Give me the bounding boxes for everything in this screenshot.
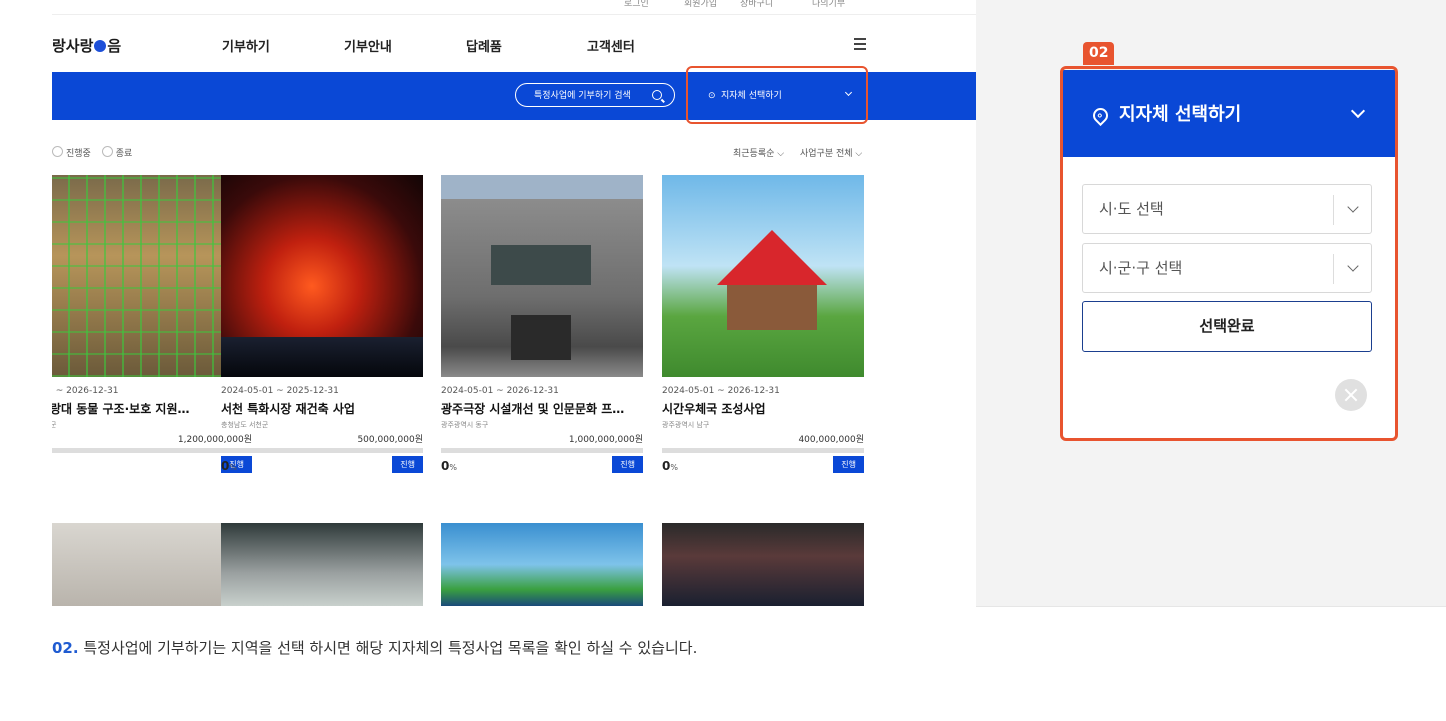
status-filter: 진행중 종료	[52, 146, 132, 159]
card-date: 2024-05-01 ~ 2025-12-31	[221, 386, 339, 396]
caption-text: 특정사업에 기부하기는 지역을 선택 하시면 해당 지자체의 특정사업 목록을 …	[83, 639, 698, 657]
menu-icon[interactable]	[854, 38, 866, 53]
project-search-button[interactable]: 특정사업에 기부하기 검색	[515, 83, 675, 107]
util-mypage-link[interactable]: 나의기부	[812, 0, 845, 9]
card-progress-bar	[221, 448, 423, 453]
project-card[interactable]: 2024-05-01 ~ 2026-12-31 광주극장 시설개선 및 인문문화…	[441, 175, 643, 473]
sort-filter[interactable]: 최근등록순 ⌵	[733, 146, 784, 159]
region-select-highlight	[686, 66, 868, 124]
project-card[interactable]: 2024-05-01 ~ 2025-12-31 서천 특화시장 재건축 사업 충…	[221, 175, 423, 473]
card-amount: 400,000,000원	[798, 435, 864, 445]
nav-guide[interactable]: 기부안내	[344, 36, 392, 55]
utility-bar: 로그인 회원가입 장바구니 나의기부	[52, 0, 976, 15]
card-location: 광주광역시 동구	[441, 421, 489, 429]
card-date: 2024-05-01 ~ 2026-12-31	[662, 386, 780, 396]
card-progress-bar	[441, 448, 643, 453]
nav-support[interactable]: 고객센터	[587, 36, 635, 55]
util-join-link[interactable]: 회원가입	[684, 0, 717, 9]
project-card-image[interactable]	[441, 523, 643, 606]
card-status-badge: 진행	[612, 456, 643, 473]
card-title: 광주극장 시설개선 및 인문문화 프…	[441, 402, 625, 416]
card-date: 2024-05-01 ~ 2026-12-31	[441, 386, 559, 396]
project-card-image[interactable]	[221, 523, 423, 606]
card-location: 광주광역시 남구	[662, 421, 710, 429]
main-nav: 랑사랑 음 기부하기 기부안내 답례품 고객센터	[52, 16, 976, 72]
card-image	[441, 175, 643, 377]
util-cart-link[interactable]: 장바구니	[740, 0, 773, 9]
project-card[interactable]: 2024-05-01 ~ 2026-12-31 시간우체국 조성사업 광주광역시…	[662, 175, 864, 473]
card-status-badge: 진행	[392, 456, 423, 473]
nav-gifts[interactable]: 답례품	[466, 36, 502, 55]
card-amount: 500,000,000원	[357, 435, 423, 445]
category-filter[interactable]: 사업구분 전체 ⌵	[800, 146, 862, 159]
step-caption: 02. 특정사업에 기부하기는 지역을 선택 하시면 해당 지자체의 특정사업 …	[52, 637, 697, 658]
step-badge: 02	[1083, 42, 1115, 65]
site-logo[interactable]: 랑사랑 음	[52, 35, 121, 56]
filter-ended[interactable]: 종료	[101, 146, 132, 159]
caption-step-number: 02.	[52, 639, 79, 657]
card-progress-bar	[662, 448, 864, 453]
search-icon	[652, 90, 662, 100]
project-card-image[interactable]	[662, 523, 864, 606]
card-title: 시간우체국 조성사업	[662, 402, 766, 416]
card-image	[662, 175, 864, 377]
filter-ongoing[interactable]: 진행중	[52, 146, 91, 159]
util-login-link[interactable]: 로그인	[624, 0, 649, 9]
card-location: 충청남도 서천군	[221, 421, 269, 429]
card-amount: 1,000,000,000원	[568, 435, 643, 445]
card-title: 서천 특화시장 재건축 사업	[221, 402, 355, 416]
card-image	[221, 175, 423, 377]
card-status-badge: 진행	[833, 456, 864, 473]
nav-donate[interactable]: 기부하기	[222, 36, 270, 55]
logo-mark-icon	[94, 40, 107, 52]
panel-highlight	[1060, 66, 1398, 441]
